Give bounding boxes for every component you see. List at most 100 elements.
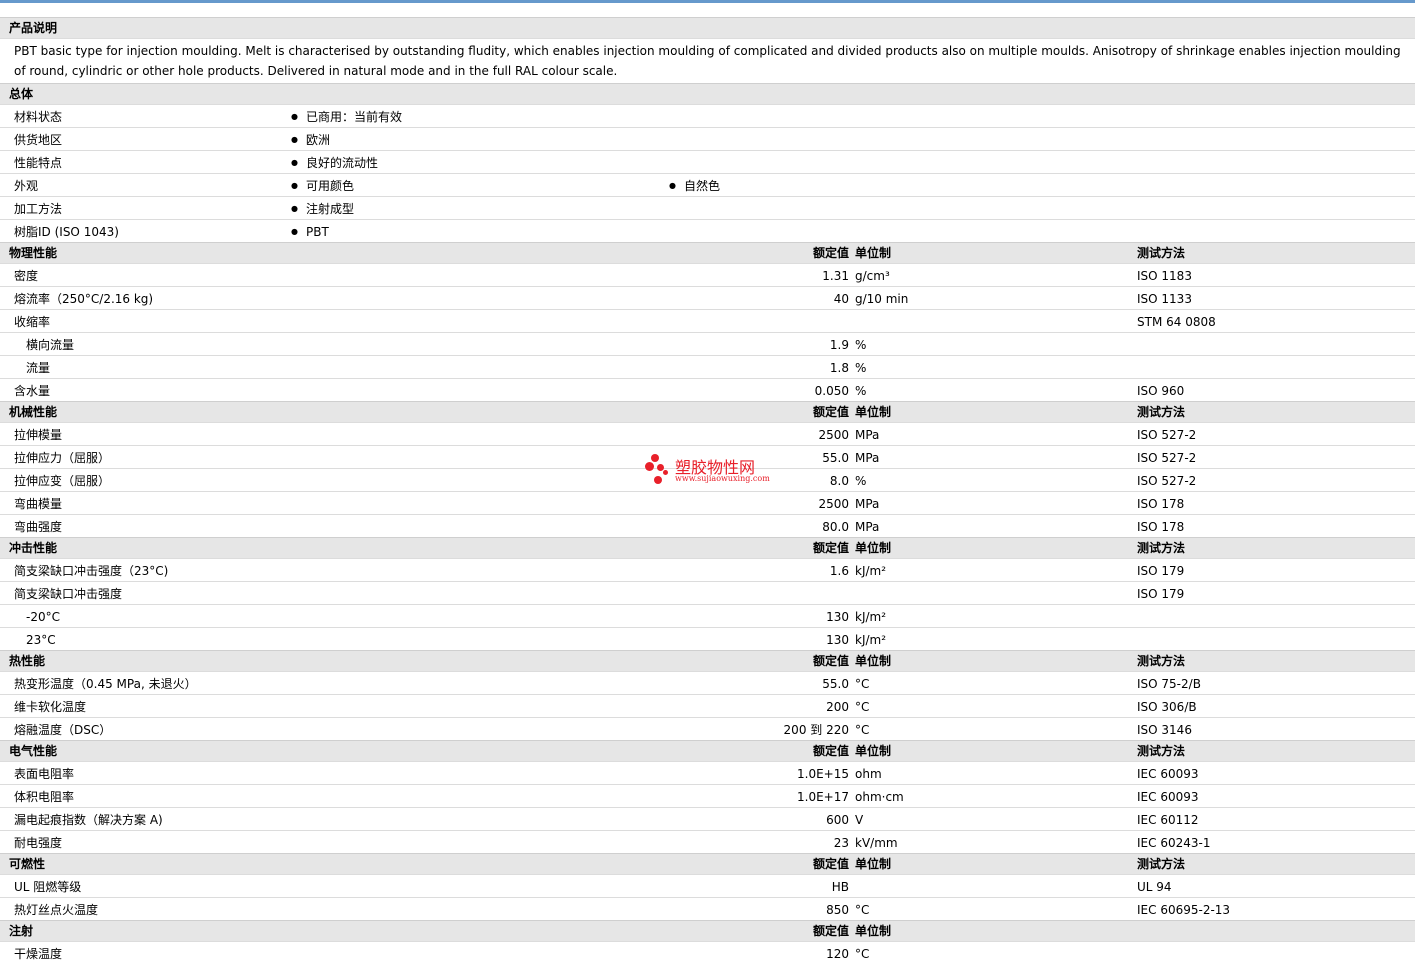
property-name: 弯曲模量	[14, 497, 63, 511]
property-name: 熔流率（250°C/2.16 kg)	[14, 292, 154, 306]
property-value: 80.0	[822, 520, 849, 534]
general-row: 性能特点 良好的流动性	[0, 150, 1415, 175]
property-name: 密度	[14, 269, 39, 283]
property-name: 外观	[14, 179, 39, 193]
property-row: 23°C 130 kJ/m²	[0, 627, 1415, 650]
test-method: ISO 527-2	[1137, 451, 1197, 465]
property-name: 流量	[26, 361, 51, 375]
column-header-test-method: 测试方法	[1137, 744, 1186, 758]
section-title: 注射	[9, 924, 34, 938]
property-row: 简支梁缺口冲击强度 ISO 179	[0, 581, 1415, 604]
property-value-primary: PBT	[291, 220, 329, 244]
column-header-value: 额定值	[812, 857, 849, 871]
test-method: ISO 3146	[1137, 723, 1192, 737]
test-method: ISO 960	[1137, 384, 1185, 398]
property-name: 简支梁缺口冲击强度（23°C)	[14, 564, 169, 578]
section-title: 机械性能	[9, 405, 58, 419]
property-unit: V	[855, 813, 864, 827]
column-header-unit: 单位制	[855, 246, 892, 260]
datasheet: 产品说明 PBT basic type for injection mouldi…	[0, 17, 1415, 964]
property-unit: MPa	[855, 428, 880, 442]
column-header-value: 额定值	[812, 246, 849, 260]
section-title: 总体	[9, 87, 34, 101]
test-method: IEC 60695-2-13	[1137, 903, 1231, 917]
property-unit: kV/mm	[855, 836, 898, 850]
property-name: 耐电强度	[14, 836, 63, 850]
section-title: 产品说明	[9, 21, 58, 35]
test-method: IEC 60093	[1137, 767, 1199, 781]
column-header-value: 额定值	[812, 654, 849, 668]
property-value: 130	[826, 633, 849, 647]
section-title: 可燃性	[9, 857, 46, 871]
property-value: 1.0E+15	[797, 767, 849, 781]
column-header-unit: 单位制	[855, 924, 892, 938]
section-header-thermal: 热性能 额定值 单位制 测试方法	[0, 650, 1415, 671]
property-value: 1.8	[829, 361, 849, 375]
section-header-mechanical: 机械性能 额定值 单位制 测试方法	[0, 401, 1415, 422]
property-value: 1.31	[822, 269, 849, 283]
property-value-primary: 可用颜色	[291, 174, 354, 198]
section-header-physical: 物理性能 额定值 单位制 测试方法	[0, 242, 1415, 263]
property-value: 2500	[818, 497, 849, 511]
test-method: UL 94	[1137, 880, 1172, 894]
watermark-url: www.sujiaowuxing.com	[675, 474, 770, 483]
property-unit: ohm	[855, 767, 882, 781]
property-name: 含水量	[14, 384, 51, 398]
property-unit: °C	[855, 903, 870, 917]
property-name: 简支梁缺口冲击强度	[14, 587, 123, 601]
property-name: UL 阻燃等级	[14, 880, 82, 894]
property-row: 拉伸模量 2500 MPa ISO 527-2	[0, 422, 1415, 445]
section-header-flammability: 可燃性 额定值 单位制 测试方法	[0, 853, 1415, 874]
property-name: 表面电阻率	[14, 767, 75, 781]
property-value: 1.6	[829, 564, 849, 578]
property-value: 23	[833, 836, 849, 850]
property-row: -20°C 130 kJ/m²	[0, 604, 1415, 627]
general-rows: 材料状态 已商用：当前有效供货地区 欧洲性能特点 良好的流动性外观 可用颜色 自然色加工方…	[0, 104, 1415, 244]
section-header-electrical: 电气性能 额定值 单位制 测试方法	[0, 740, 1415, 761]
section-header-impact: 冲击性能 额定值 单位制 测试方法	[0, 537, 1415, 558]
property-unit: kJ/m²	[855, 564, 887, 578]
section-title: 冲击性能	[9, 541, 58, 555]
property-unit: %	[855, 384, 867, 398]
general-row: 供货地区 欧洲	[0, 127, 1415, 152]
column-header-unit: 单位制	[855, 654, 892, 668]
property-unit: MPa	[855, 497, 880, 511]
property-name: 拉伸模量	[14, 428, 63, 442]
column-header-value: 额定值	[812, 541, 849, 555]
column-header-unit: 单位制	[855, 744, 892, 758]
property-value: 1.0E+17	[797, 790, 849, 804]
property-value: 1.9	[829, 338, 849, 352]
column-header-test-method: 测试方法	[1137, 857, 1186, 871]
property-unit: %	[855, 474, 867, 488]
section-title: 热性能	[9, 654, 46, 668]
property-name: 横向流量	[26, 338, 75, 352]
test-method: ISO 179	[1137, 587, 1185, 601]
test-method: ISO 306/B	[1137, 700, 1197, 714]
test-method: ISO 179	[1137, 564, 1185, 578]
property-value-primary: 良好的流动性	[291, 151, 378, 175]
property-name: 漏电起痕指数（解决方案 A)	[14, 813, 163, 827]
property-unit: g/cm³	[855, 269, 890, 283]
column-header-test-method: 测试方法	[1137, 246, 1186, 260]
property-row: 维卡软化温度 200 °C ISO 306/B	[0, 694, 1415, 717]
property-value: 200	[826, 700, 849, 714]
property-name: 拉伸应力（屈服）	[14, 451, 111, 465]
property-value-primary: 欧洲	[291, 128, 330, 152]
property-row: 漏电起痕指数（解决方案 A) 600 V IEC 60112	[0, 807, 1415, 830]
general-row: 外观 可用颜色 自然色	[0, 173, 1415, 198]
general-row: 材料状态 已商用：当前有效	[0, 104, 1415, 129]
property-unit: °C	[855, 723, 870, 737]
property-row: UL 阻燃等级 HB UL 94	[0, 874, 1415, 897]
property-row: 干燥温度 120 °C	[0, 941, 1415, 964]
general-row: 加工方法 注射成型	[0, 196, 1415, 221]
property-value: 8.0	[829, 474, 849, 488]
property-row: 熔流率（250°C/2.16 kg) 40 g/10 min ISO 1133	[0, 286, 1415, 309]
test-method: ISO 1133	[1137, 292, 1192, 306]
property-row: 横向流量 1.9%	[0, 332, 1415, 355]
property-row: 含水量 0.050% ISO 960	[0, 378, 1415, 401]
column-header-value: 额定值	[812, 405, 849, 419]
property-value: 120	[826, 947, 849, 961]
property-name: -20°C	[26, 610, 60, 624]
property-row: 热灯丝点火温度 850 °C IEC 60695-2-13	[0, 897, 1415, 920]
section-header-description: 产品说明	[0, 17, 1415, 38]
